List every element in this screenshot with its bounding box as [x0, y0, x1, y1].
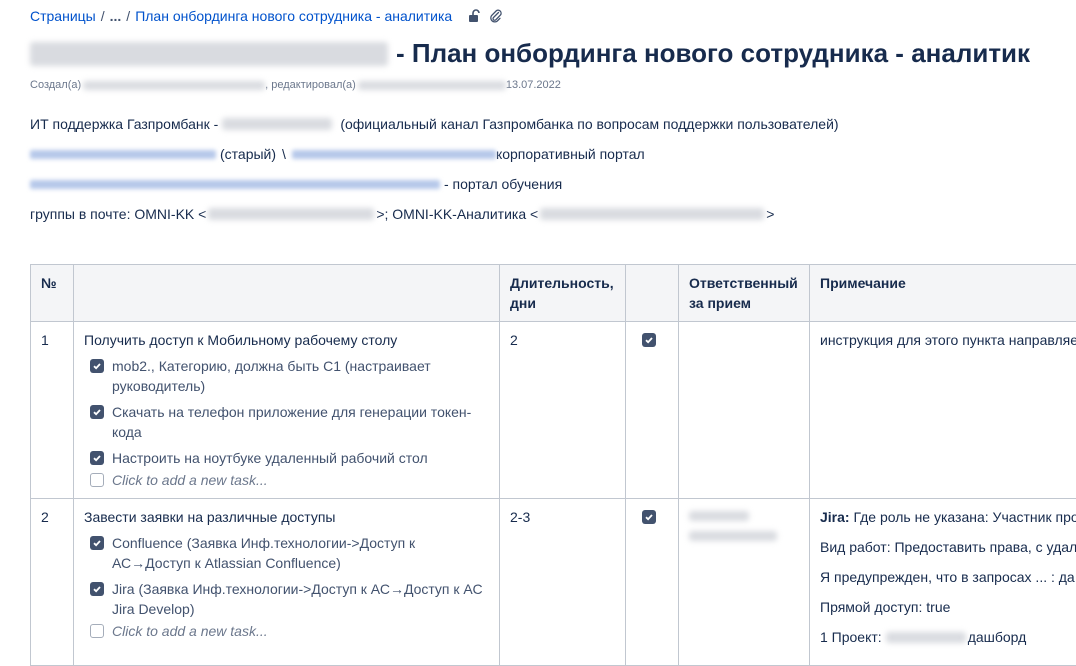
row-number: 2: [31, 499, 74, 666]
table-row: 2 Завести заявки на различные доступы Co…: [31, 499, 1076, 666]
note-cell: Jira: Где роль не указана: Участник прое…: [810, 499, 1076, 666]
learning-line: - портал обучения: [30, 176, 562, 192]
task-title: Завести заявки на различные доступы: [84, 507, 489, 527]
header-duration: Длительность, дни: [500, 265, 626, 322]
add-task-placeholder[interactable]: Click to add a new task...: [112, 621, 268, 641]
table-header-row: № Длительность, дни Ответственный за при…: [31, 265, 1076, 322]
page-title-text: - План онбординга нового сотрудника - ан…: [396, 38, 1030, 69]
breadcrumb: Страницы / ... / План онбординга нового …: [30, 8, 504, 24]
note-text: Вид работ: Предоставить права, с удалени…: [820, 537, 1076, 557]
support-prefix: ИТ поддержка Газпромбанк -: [30, 116, 218, 132]
redacted-responsible-line-2[interactable]: [689, 531, 777, 541]
redacted-editor[interactable]: [358, 81, 506, 90]
note-project-line: 1 Проект: дашборд: [820, 627, 1076, 647]
task-label: Confluence (Заявка Инф.технологии->Досту…: [112, 533, 489, 573]
portal-line: (старый) \ корпоративный портал: [30, 146, 645, 162]
edit-date[interactable]: 13.07.2022: [506, 79, 561, 91]
groups-end: >: [766, 206, 774, 222]
portal-separator: \: [282, 146, 286, 162]
redacted-group-email-1[interactable]: [208, 208, 374, 220]
redacted-author-name: [30, 42, 388, 66]
checkbox-unchecked[interactable]: [90, 473, 104, 487]
checkbox-checked[interactable]: [90, 405, 104, 419]
mail-groups-line: группы в почте: OMNI-KK < >; OMNI-KK-Ана…: [30, 206, 774, 222]
task-title: Получить доступ к Мобильному рабочему ст…: [84, 330, 489, 350]
task-label: mob2., Категорию, должна быть С1 (настра…: [112, 356, 489, 396]
responsible-cell: [679, 322, 810, 499]
duration-cell: 2-3: [500, 499, 626, 666]
header-note: Примечание: [810, 265, 1076, 322]
add-task-placeholder[interactable]: Click to add a new task...: [112, 470, 268, 490]
note-text: инструкция для этого пункта направляется: [820, 330, 1076, 350]
checkbox-checked[interactable]: [90, 582, 104, 596]
task-item: mob2., Категорию, должна быть С1 (настра…: [84, 356, 489, 396]
task-label: Скачать на телефон приложение для генера…: [112, 402, 489, 442]
status-cell: [626, 322, 679, 499]
breadcrumb-ellipsis[interactable]: ...: [110, 8, 122, 24]
task-label: Настроить на ноутбуке удаленный рабочий …: [112, 448, 428, 468]
groups-mid: >; OMNI-KK-Аналитика <: [376, 206, 538, 222]
task-item: Скачать на телефон приложение для генера…: [84, 402, 489, 442]
checkbox-checked[interactable]: [90, 359, 104, 373]
redacted-creator[interactable]: [83, 81, 265, 90]
note-project-suffix: дашборд: [968, 627, 1027, 647]
task-item: Настроить на ноутбуке удаленный рабочий …: [84, 448, 489, 468]
header-task: [74, 265, 500, 322]
task-cell: Получить доступ к Мобильному рабочему ст…: [74, 322, 500, 499]
redacted-support-contact: [222, 118, 332, 130]
checkbox-checked[interactable]: [642, 333, 656, 347]
checkbox-checked[interactable]: [90, 451, 104, 465]
table-row: 1 Получить доступ к Мобильному рабочему …: [31, 322, 1076, 499]
redacted-project-name: [886, 632, 966, 643]
add-task-item[interactable]: Click to add a new task...: [84, 470, 489, 490]
note-jira-label: Jira:: [820, 509, 850, 525]
paperclip-icon[interactable]: [488, 8, 504, 24]
support-suffix: (официальный канал Газпромбанка по вопро…: [340, 116, 838, 132]
unlock-icon[interactable]: [466, 8, 482, 24]
checkbox-checked[interactable]: [642, 510, 656, 524]
header-responsible: Ответственный за прием: [679, 265, 810, 322]
task-item: Jira (Заявка Инф.технологии->Доступ к АС…: [84, 579, 489, 619]
redacted-group-email-2[interactable]: [540, 208, 764, 220]
portal-link[interactable]: [292, 150, 496, 159]
status-cell: [626, 499, 679, 666]
header-check: [626, 265, 679, 322]
note-text: Где роль не указана: Участник проекта: [853, 509, 1076, 525]
support-line: ИТ поддержка Газпромбанк - (официальный …: [30, 116, 839, 132]
learning-suffix: - портал обучения: [444, 176, 562, 192]
page-title: - План онбординга нового сотрудника - ан…: [30, 38, 1030, 69]
redacted-responsible-line-1[interactable]: [689, 511, 749, 521]
add-task-item[interactable]: Click to add a new task...: [84, 621, 489, 641]
task-cell: Завести заявки на различные доступы Conf…: [74, 499, 500, 666]
header-number: №: [31, 265, 74, 322]
breadcrumb-pages-link[interactable]: Страницы: [30, 8, 96, 24]
breadcrumb-separator: /: [101, 8, 105, 24]
breadcrumb-separator: /: [126, 8, 130, 24]
groups-prefix: группы в почте: OMNI-KK <: [30, 206, 206, 222]
row-number: 1: [31, 322, 74, 499]
note-jira-line: Jira: Где роль не указана: Участник прое…: [820, 507, 1076, 527]
note-text: Я предупрежден, что в запросах ... : да: [820, 567, 1076, 587]
breadcrumb-current-link[interactable]: План онбординга нового сотрудника - анал…: [135, 8, 452, 24]
portal-suffix: корпоративный портал: [496, 146, 645, 162]
responsible-cell: [679, 499, 810, 666]
edited-label: , редактировал(а): [265, 79, 356, 91]
portal-old-label: (старый): [220, 146, 276, 162]
note-cell: инструкция для этого пункта направляется: [810, 322, 1076, 499]
onboarding-table: № Длительность, дни Ответственный за при…: [30, 264, 1076, 666]
learning-portal-link[interactable]: [30, 180, 440, 189]
checkbox-checked[interactable]: [90, 536, 104, 550]
duration-cell: 2: [500, 322, 626, 499]
checkbox-unchecked[interactable]: [90, 624, 104, 638]
created-label: Создал(а): [30, 79, 81, 91]
task-label: Jira (Заявка Инф.технологии->Доступ к АС…: [112, 579, 489, 619]
note-text: Прямой доступ: true: [820, 597, 1076, 617]
page-metadata: Создал(а) , редактировал(а) 13.07.2022: [30, 79, 561, 91]
note-project-label: 1 Проект:: [820, 627, 882, 647]
task-item: Confluence (Заявка Инф.технологии->Досту…: [84, 533, 489, 573]
old-portal-link[interactable]: [30, 150, 216, 159]
